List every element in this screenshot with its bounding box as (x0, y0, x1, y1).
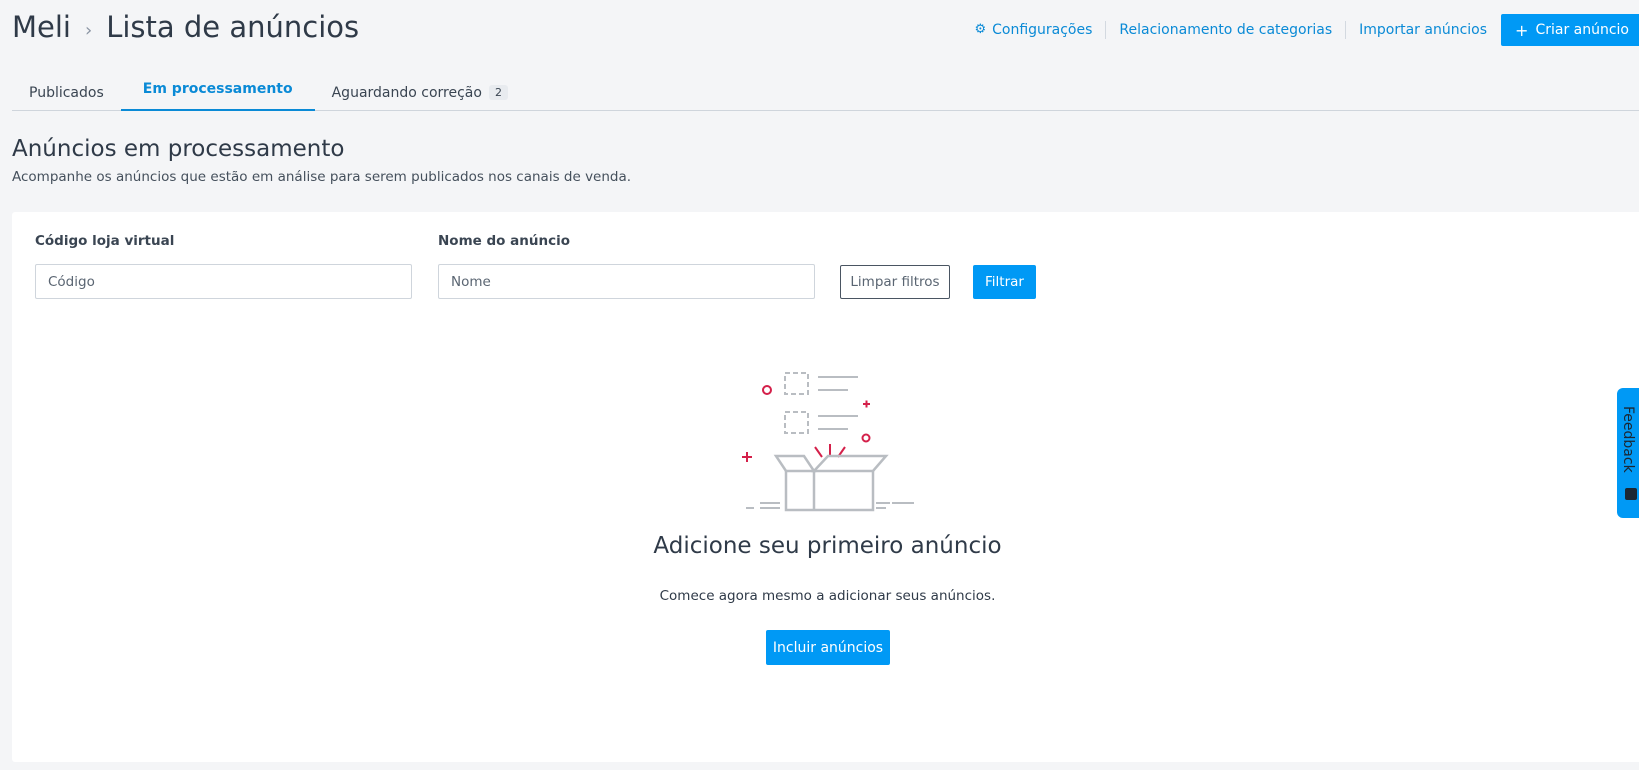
open-box-icon (742, 372, 914, 512)
breadcrumb: Meli › Lista de anúncios (12, 10, 359, 44)
tab-published-label: Publicados (29, 84, 104, 101)
page-title: Lista de anúncios (106, 10, 360, 44)
code-field-label: Código loja virtual (35, 233, 175, 249)
breadcrumb-separator-icon: › (84, 19, 93, 41)
plus-icon: + (1515, 20, 1529, 40)
code-input[interactable] (35, 264, 412, 299)
tab-bar: Publicados Em processamento Aguardando c… (12, 74, 1639, 111)
section-subtitle: Acompanhe os anúncios que estão em análi… (12, 169, 632, 185)
settings-link[interactable]: ⚙ Configurações (961, 21, 1105, 39)
gear-icon: ⚙ (974, 22, 987, 37)
name-input[interactable] (438, 264, 815, 299)
breadcrumb-root[interactable]: Meli (12, 10, 71, 44)
empty-state-text: Comece agora mesmo a adicionar seus anún… (659, 588, 996, 604)
clear-filters-button[interactable]: Limpar filtros (840, 265, 950, 299)
settings-link-label: Configurações (992, 22, 1093, 38)
page-header: Meli › Lista de anúncios ⚙ Configurações… (0, 0, 1639, 60)
count-badge: 2 (488, 85, 508, 100)
feedback-tab[interactable]: Feedback (1617, 388, 1639, 518)
import-ads-link[interactable]: Importar anúncios (1345, 21, 1500, 39)
filter-button[interactable]: Filtrar (973, 265, 1036, 299)
create-ad-button[interactable]: + Criar anúncio (1501, 14, 1639, 46)
tab-processing-label: Em processamento (142, 81, 293, 97)
category-mapping-link[interactable]: Relacionamento de categorias (1105, 21, 1345, 39)
tab-processing[interactable]: Em processamento (120, 74, 315, 111)
feedback-icon (1625, 488, 1637, 500)
feedback-label: Feedback (1620, 406, 1636, 473)
tab-awaiting-correction[interactable]: Aguardando correção 2 (315, 74, 525, 111)
include-ads-button[interactable]: Incluir anúncios (766, 630, 890, 665)
empty-state-title: Adicione seu primeiro anúncio (653, 533, 1002, 559)
tab-published[interactable]: Publicados (12, 74, 121, 111)
section-title: Anúncios em processamento (12, 136, 345, 162)
create-ad-button-label: Criar anúncio (1535, 22, 1629, 38)
tab-awaiting-correction-label: Aguardando correção (331, 84, 482, 101)
name-field-label: Nome do anúncio (438, 233, 570, 249)
header-actions: ⚙ Configurações Relacionamento de catego… (961, 14, 1639, 46)
